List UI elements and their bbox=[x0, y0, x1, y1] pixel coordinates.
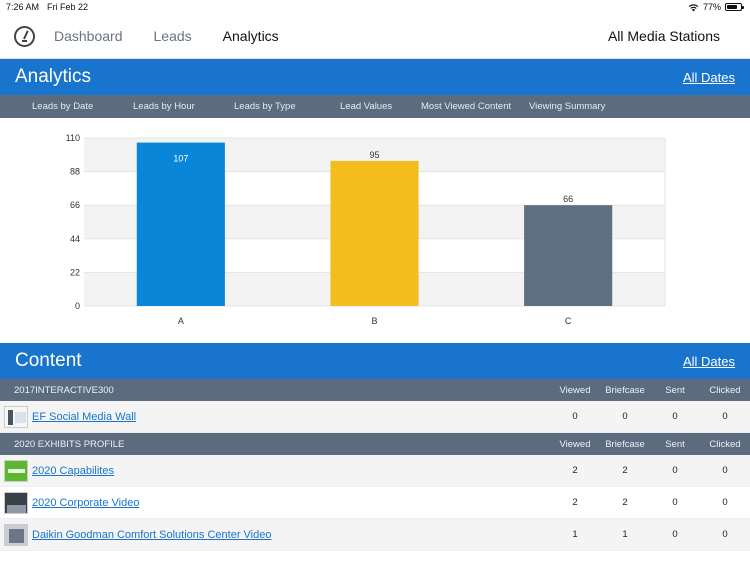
bar-value-label: 95 bbox=[369, 150, 379, 160]
x-category-label: C bbox=[565, 316, 572, 326]
sent-count: 0 bbox=[672, 497, 678, 508]
status-date: Fri Feb 22 bbox=[47, 2, 89, 12]
content-thumbnail bbox=[4, 491, 28, 514]
bar-value-label: 66 bbox=[563, 194, 573, 204]
tab-most-viewed-content[interactable]: Most Viewed Content bbox=[421, 101, 529, 112]
content-thumbnail bbox=[4, 405, 28, 428]
y-tick-label: 66 bbox=[70, 200, 80, 210]
status-time: 7:26 AM bbox=[6, 2, 40, 12]
clicked-count: 0 bbox=[722, 465, 728, 476]
sent-count: 0 bbox=[672, 529, 678, 540]
analytics-title: Analytics bbox=[15, 66, 92, 87]
analytics-dates-link[interactable]: All Dates bbox=[683, 70, 735, 85]
col-clicked: Clicked bbox=[709, 384, 741, 396]
wifi-icon bbox=[688, 3, 699, 11]
battery-icon bbox=[725, 3, 744, 11]
nav-leads[interactable]: Leads bbox=[154, 28, 192, 44]
viewed-count: 2 bbox=[572, 497, 578, 508]
sent-count: 0 bbox=[672, 411, 678, 422]
col-viewed: Viewed bbox=[559, 384, 591, 396]
content-thumbnail bbox=[4, 459, 28, 482]
content-thumbnail bbox=[4, 523, 28, 546]
gauge-icon[interactable] bbox=[14, 25, 35, 47]
clicked-count: 0 bbox=[722, 411, 728, 422]
clicked-count: 0 bbox=[722, 497, 728, 508]
content-name-link[interactable]: 2020 Corporate Video bbox=[32, 497, 550, 509]
tab-leads-by-type[interactable]: Leads by Type bbox=[234, 101, 340, 112]
y-tick-label: 0 bbox=[75, 301, 80, 311]
y-tick-label: 110 bbox=[66, 133, 80, 143]
content-header: Content All Dates bbox=[0, 343, 750, 379]
col-briefcase: Briefcase bbox=[605, 384, 645, 396]
y-tick-label: 22 bbox=[70, 267, 80, 277]
viewed-count: 0 bbox=[572, 411, 578, 422]
x-category-label: A bbox=[178, 316, 184, 326]
col-clicked: Clicked bbox=[709, 438, 741, 450]
bar-a bbox=[136, 142, 225, 306]
analytics-tabs: Leads by Date Leads by Hour Leads by Typ… bbox=[0, 95, 750, 118]
col-sent: Sent bbox=[665, 384, 685, 396]
content-dates-link[interactable]: All Dates bbox=[683, 354, 735, 369]
content-name-link[interactable]: EF Social Media Wall bbox=[32, 411, 550, 423]
content-group-header: 2017INTERACTIVE300 Viewed Briefcase Sent… bbox=[0, 379, 750, 401]
content-row: Daikin Goodman Comfort Solutions Center … bbox=[0, 519, 750, 551]
viewed-count: 2 bbox=[572, 465, 578, 476]
content-name-link[interactable]: 2020 Capabilites bbox=[32, 465, 550, 477]
bar-c bbox=[524, 205, 613, 306]
y-tick-label: 88 bbox=[70, 167, 80, 177]
media-station-selector[interactable]: All Media Stations bbox=[608, 28, 720, 44]
tab-viewing-summary[interactable]: Viewing Summary bbox=[529, 101, 605, 112]
leads-chart: 0 22 44 66 88 110 107 A 95 B 66 C bbox=[0, 118, 750, 343]
briefcase-count: 2 bbox=[622, 465, 628, 476]
briefcase-count: 2 bbox=[622, 497, 628, 508]
content-group-header: 2020 EXHIBITS PROFILE Viewed Briefcase S… bbox=[0, 433, 750, 455]
bar-b bbox=[330, 160, 419, 306]
sent-count: 0 bbox=[672, 465, 678, 476]
analytics-header: Analytics All Dates bbox=[0, 59, 750, 95]
content-row: 2020 Corporate Video 2 2 0 0 bbox=[0, 487, 750, 519]
content-row: 2020 Capabilites 2 2 0 0 bbox=[0, 455, 750, 487]
content-row: EF Social Media Wall 0 0 0 0 bbox=[0, 401, 750, 433]
tab-leads-by-date[interactable]: Leads by Date bbox=[32, 101, 133, 112]
group-name: 2017INTERACTIVE300 bbox=[14, 384, 114, 396]
clicked-count: 0 bbox=[722, 529, 728, 540]
col-viewed: Viewed bbox=[559, 438, 591, 450]
nav-dashboard[interactable]: Dashboard bbox=[54, 28, 123, 44]
bar-chart: 0 22 44 66 88 110 107 A 95 B 66 C bbox=[66, 133, 666, 326]
content-name-link[interactable]: Daikin Goodman Comfort Solutions Center … bbox=[32, 529, 550, 541]
tab-lead-values[interactable]: Lead Values bbox=[340, 101, 421, 112]
group-name: 2020 EXHIBITS PROFILE bbox=[14, 438, 125, 450]
content-title: Content bbox=[15, 350, 82, 371]
col-sent: Sent bbox=[665, 438, 685, 450]
top-navigation: Dashboard Leads Analytics All Media Stat… bbox=[0, 14, 750, 59]
briefcase-count: 1 bbox=[622, 529, 628, 540]
bar-value-label: 107 bbox=[173, 154, 188, 164]
x-category-label: B bbox=[371, 316, 377, 326]
status-bar: 7:26 AM Fri Feb 22 77% bbox=[0, 0, 750, 14]
battery-percent: 77% bbox=[702, 2, 721, 12]
viewed-count: 1 bbox=[572, 529, 578, 540]
tab-leads-by-hour[interactable]: Leads by Hour bbox=[133, 101, 234, 112]
nav-analytics[interactable]: Analytics bbox=[223, 28, 279, 44]
briefcase-count: 0 bbox=[622, 411, 628, 422]
col-briefcase: Briefcase bbox=[605, 438, 645, 450]
y-tick-label: 44 bbox=[70, 234, 80, 244]
